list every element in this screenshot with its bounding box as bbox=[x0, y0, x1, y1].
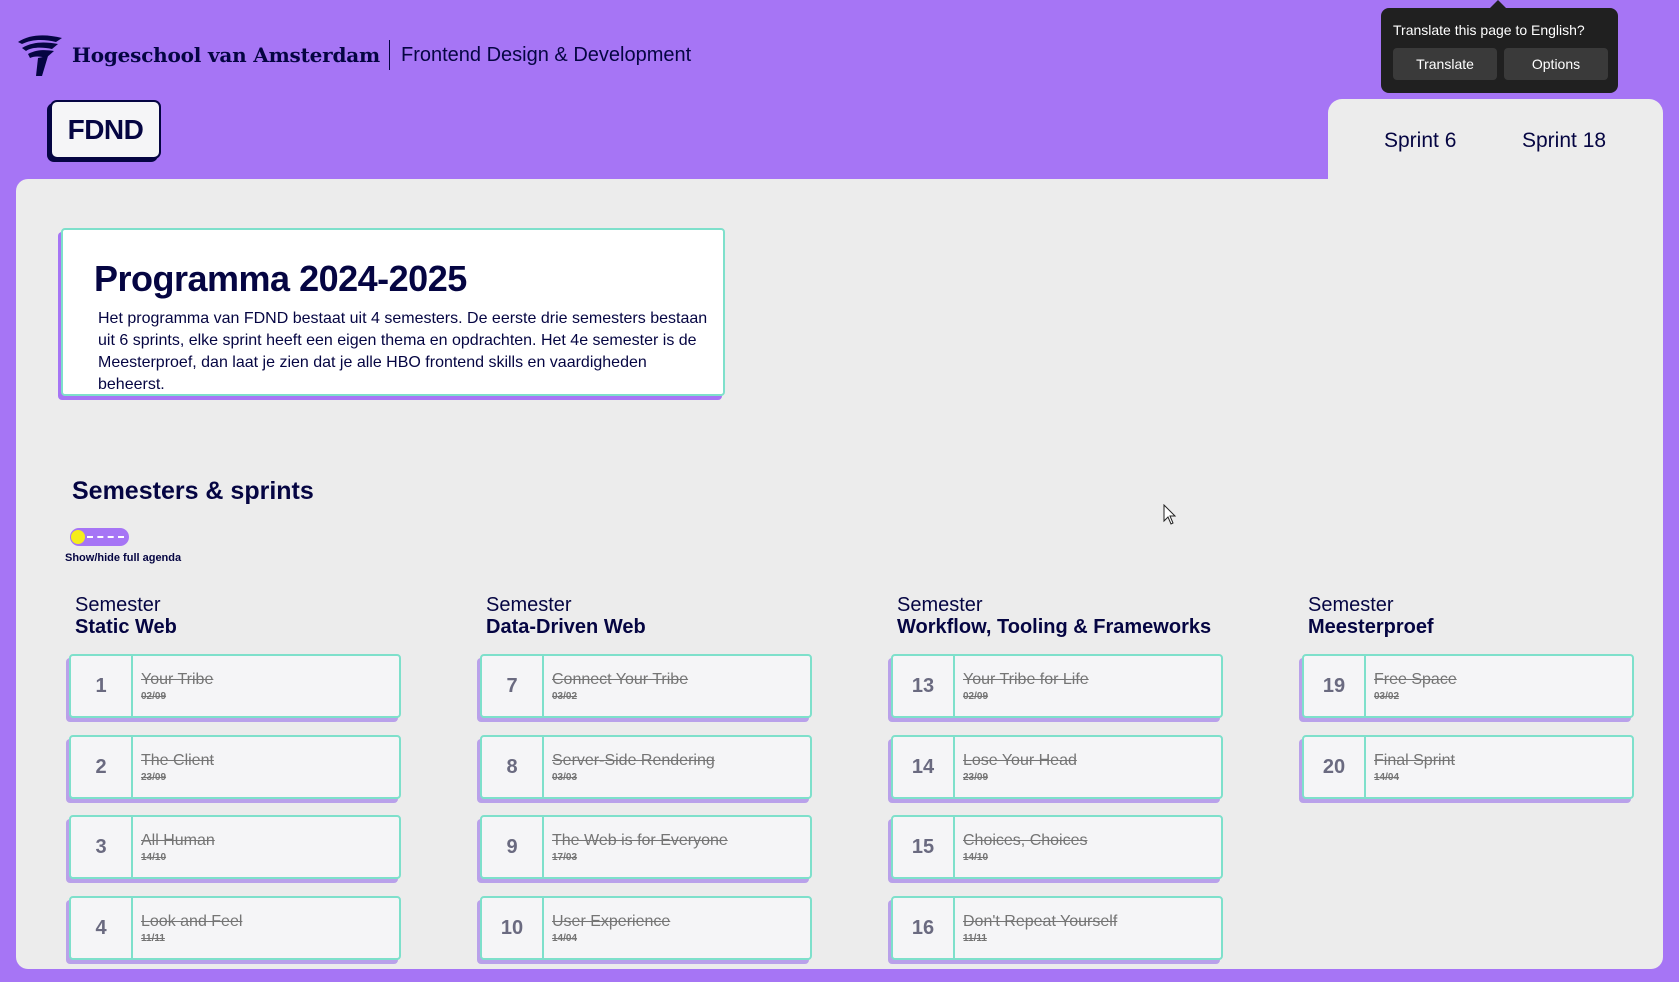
nav-link-sprint-18[interactable]: Sprint 18 bbox=[1522, 129, 1606, 153]
semester-column-static-web: Semester Static Web 1 Your Tribe 02/09 2 … bbox=[69, 594, 405, 960]
sprint-number: 8 bbox=[482, 737, 544, 797]
translate-question: Translate this page to English? bbox=[1393, 22, 1585, 38]
toggle-knob bbox=[71, 530, 85, 544]
sprint-card-16[interactable]: 16 Don't Repeat Yourself 11/11 bbox=[891, 896, 1223, 960]
semester-name: Static Web bbox=[75, 616, 177, 638]
semester-name: Data-Driven Web bbox=[486, 616, 646, 638]
toggle-label: Show/hide full agenda bbox=[65, 552, 182, 564]
translate-options-button[interactable]: Options bbox=[1504, 48, 1608, 80]
translate-button[interactable]: Translate bbox=[1393, 48, 1497, 80]
sprint-title: Lose Your Head bbox=[963, 752, 1077, 769]
sprint-card-9[interactable]: 9 The Web is for Everyone 17/03 bbox=[480, 815, 812, 879]
semester-name: Meesterproef bbox=[1308, 616, 1434, 638]
mouse-pointer-icon bbox=[1163, 504, 1177, 525]
intro-card: Programma 2024-2025 Het programma van FD… bbox=[61, 228, 725, 396]
sprint-number: 1 bbox=[71, 656, 133, 716]
sprint-title: Look and Feel bbox=[141, 913, 243, 930]
sprint-date: 23/09 bbox=[963, 772, 989, 783]
sprint-number: 7 bbox=[482, 656, 544, 716]
sprint-date: 11/11 bbox=[141, 933, 165, 944]
sprint-card-2[interactable]: 2 The Client 23/09 bbox=[69, 735, 401, 799]
sprint-date: 23/09 bbox=[141, 772, 167, 783]
sprint-number: 2 bbox=[71, 737, 133, 797]
semester-label: Semester bbox=[1308, 594, 1394, 616]
sprint-number: 9 bbox=[482, 817, 544, 877]
sprint-card-15[interactable]: 15 Choices, Choices 14/10 bbox=[891, 815, 1223, 879]
section-title: Semesters & sprints bbox=[72, 477, 314, 505]
sprint-date: 03/02 bbox=[552, 691, 578, 702]
school-name: Hogeschool van Amsterdam bbox=[72, 43, 380, 67]
sprint-title: Connect Your Tribe bbox=[552, 671, 689, 688]
sprint-card-14[interactable]: 14 Lose Your Head 23/09 bbox=[891, 735, 1223, 799]
sprint-date: 03/02 bbox=[1374, 691, 1400, 702]
sprint-title: Your Tribe bbox=[141, 671, 214, 688]
sprint-number: 13 bbox=[893, 656, 955, 716]
hva-emblem-icon bbox=[18, 35, 62, 76]
sprint-title: Final Sprint bbox=[1374, 752, 1455, 769]
sprint-date: 14/10 bbox=[963, 852, 989, 863]
sprint-title: The Web is for Everyone bbox=[552, 832, 728, 849]
fdnd-home-button[interactable]: FDND bbox=[50, 100, 161, 159]
sprint-title: All Human bbox=[141, 832, 215, 849]
translate-popup: Translate this page to English? Translat… bbox=[1381, 0, 1618, 93]
sprint-title: The Client bbox=[141, 752, 214, 769]
sprint-date: 02/09 bbox=[141, 691, 167, 702]
sprint-date: 11/11 bbox=[963, 933, 987, 944]
sprint-number: 10 bbox=[482, 898, 544, 958]
sprint-title: Choices, Choices bbox=[963, 832, 1088, 849]
sprint-card-3[interactable]: 3 All Human 14/10 bbox=[69, 815, 401, 879]
sprint-date: 14/10 bbox=[141, 852, 167, 863]
sprint-number: 15 bbox=[893, 817, 955, 877]
semester-label: Semester bbox=[75, 594, 161, 616]
sprint-title: Server-Side Rendering bbox=[552, 752, 715, 769]
sprint-number: 4 bbox=[71, 898, 133, 958]
sprint-date: 14/04 bbox=[552, 933, 578, 944]
sprint-card-20[interactable]: 20 Final Sprint 14/04 bbox=[1302, 735, 1634, 799]
sprint-nav: Sprint 6 Sprint 18 bbox=[1328, 99, 1663, 189]
semester-label: Semester bbox=[897, 594, 983, 616]
header-divider bbox=[389, 40, 390, 70]
semester-column-meesterproef: Semester Meesterproef 19 Free Space 03/02… bbox=[1302, 594, 1638, 799]
sprint-card-13[interactable]: 13 Your Tribe for Life 02/09 bbox=[891, 654, 1223, 718]
agenda-toggle[interactable] bbox=[70, 528, 129, 546]
page-title: Programma 2024-2025 bbox=[94, 258, 467, 299]
program-name: Frontend Design & Development bbox=[401, 43, 692, 66]
sprint-date: 17/03 bbox=[552, 852, 578, 863]
semester-name: Workflow, Tooling & Frameworks bbox=[897, 616, 1212, 638]
sprint-number: 16 bbox=[893, 898, 955, 958]
sprint-card-1[interactable]: 1 Your Tribe 02/09 bbox=[69, 654, 401, 718]
sprint-number: 14 bbox=[893, 737, 955, 797]
sprint-card-4[interactable]: 4 Look and Feel 11/11 bbox=[69, 896, 401, 960]
sprint-card-7[interactable]: 7 Connect Your Tribe 03/02 bbox=[480, 654, 812, 718]
sprint-card-10[interactable]: 10 User Experience 14/04 bbox=[480, 896, 812, 960]
sprint-card-19[interactable]: 19 Free Space 03/02 bbox=[1302, 654, 1634, 718]
semester-column-workflow-tooling-frameworks: Semester Workflow, Tooling & Frameworks … bbox=[891, 594, 1227, 960]
hva-logo[interactable]: Hogeschool van Amsterdam Frontend Design… bbox=[16, 32, 691, 78]
sprint-date: 14/04 bbox=[1374, 772, 1400, 783]
sprint-number: 3 bbox=[71, 817, 133, 877]
semester-label: Semester bbox=[486, 594, 572, 616]
sprint-title: Don't Repeat Yourself bbox=[963, 913, 1118, 930]
sprint-number: 19 bbox=[1304, 656, 1366, 716]
nav-link-sprint-6[interactable]: Sprint 6 bbox=[1384, 129, 1456, 153]
intro-text: Het programma van FDND bestaat uit 4 sem… bbox=[98, 310, 708, 393]
sprint-title: Free Space bbox=[1374, 671, 1457, 688]
sprint-title: Your Tribe for Life bbox=[963, 671, 1089, 688]
toggle-track bbox=[87, 536, 124, 538]
semester-column-data-driven-web: Semester Data-Driven Web 7 Connect Your … bbox=[480, 594, 816, 960]
sprint-number: 20 bbox=[1304, 737, 1366, 797]
sprint-title: User Experience bbox=[552, 913, 671, 930]
sprint-card-8[interactable]: 8 Server-Side Rendering 03/03 bbox=[480, 735, 812, 799]
sprint-date: 03/03 bbox=[552, 772, 578, 783]
sprint-date: 02/09 bbox=[963, 691, 989, 702]
